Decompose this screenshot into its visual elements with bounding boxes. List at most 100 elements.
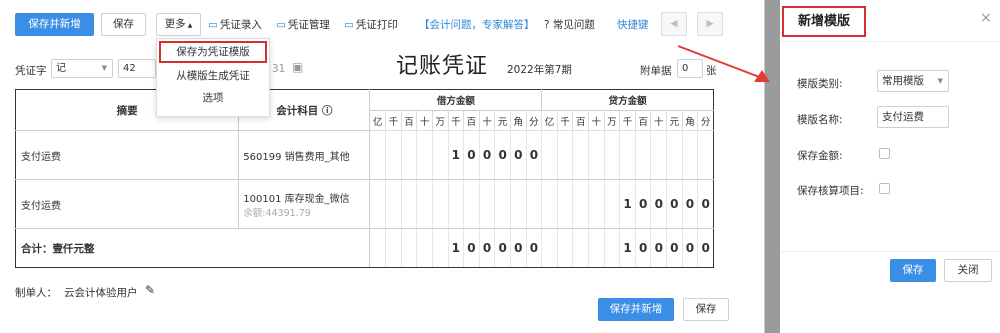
credit-digit[interactable] xyxy=(572,228,589,268)
credit-digit[interactable] xyxy=(556,228,574,268)
account-cell[interactable]: 560199 销售费用_其他 xyxy=(238,130,371,180)
debit-digit[interactable]: 0 xyxy=(463,228,480,268)
debit-digit[interactable]: 0 xyxy=(494,130,511,180)
next-voucher-button[interactable]: ▶ xyxy=(697,12,723,36)
template-name-input[interactable]: 支付运费 xyxy=(877,106,949,128)
save-aux-checkbox[interactable] xyxy=(879,183,890,194)
credit-digit[interactable] xyxy=(666,130,683,180)
voucher-word-select[interactable]: 记 ▼ xyxy=(51,59,113,78)
credit-digit[interactable] xyxy=(634,130,652,180)
credit-digit[interactable] xyxy=(588,179,605,229)
template-type-select[interactable]: 常用模版 ▼ xyxy=(877,70,949,92)
credit-digit[interactable]: 0 xyxy=(697,228,714,268)
credit-digit[interactable] xyxy=(588,228,605,268)
debit-digit[interactable]: 0 xyxy=(525,228,543,268)
save-amount-checkbox[interactable] xyxy=(879,148,890,159)
debit-digit[interactable] xyxy=(509,179,527,229)
summary-cell[interactable]: 支付运费 xyxy=(14,179,240,229)
debit-digit[interactable] xyxy=(400,228,418,268)
debit-digit[interactable] xyxy=(369,130,387,180)
menu-item-generate-from-template[interactable]: 从模版生成凭证 xyxy=(157,65,269,87)
credit-digit[interactable]: 0 xyxy=(697,179,714,229)
menu-item-save-as-template[interactable]: 保存为凭证模版 xyxy=(159,41,267,63)
debit-digit[interactable]: 1 xyxy=(447,228,465,268)
debit-digit[interactable]: 0 xyxy=(509,130,527,180)
calendar-icon[interactable]: ▣ xyxy=(292,60,303,74)
credit-digit[interactable] xyxy=(572,130,589,180)
credit-digit[interactable]: 0 xyxy=(650,228,668,268)
save-and-new-button[interactable]: 保存并新增 xyxy=(15,13,94,36)
date-value[interactable]: 31 xyxy=(272,63,285,75)
debit-digit[interactable] xyxy=(369,179,387,229)
footer-save-and-new-button[interactable]: 保存并新增 xyxy=(598,298,674,321)
help-icon[interactable]: ⓘ xyxy=(318,105,333,117)
debit-digit[interactable] xyxy=(431,179,449,229)
debit-digit[interactable] xyxy=(494,179,511,229)
credit-digit[interactable]: 0 xyxy=(634,179,652,229)
panel-close-button[interactable]: 关闭 xyxy=(944,259,992,282)
faq-link[interactable]: ? 常见问题 xyxy=(544,17,595,32)
credit-digit[interactable] xyxy=(650,130,668,180)
menu-item-options[interactable]: 选项 xyxy=(157,87,269,109)
credit-digit[interactable]: 0 xyxy=(666,179,683,229)
credit-digit[interactable] xyxy=(603,130,621,180)
credit-digit[interactable]: 0 xyxy=(650,179,668,229)
debit-digit[interactable]: 0 xyxy=(509,228,527,268)
credit-digit[interactable] xyxy=(619,130,636,180)
debit-digit[interactable] xyxy=(463,179,480,229)
expert-link[interactable]: 【会计问题，专家解答】 xyxy=(419,17,535,32)
debit-digit[interactable] xyxy=(447,179,465,229)
debit-digit[interactable]: 0 xyxy=(494,228,511,268)
panel-save-button[interactable]: 保存 xyxy=(890,259,936,282)
credit-digit[interactable] xyxy=(541,228,558,268)
debit-digit[interactable] xyxy=(400,179,418,229)
debit-digit[interactable] xyxy=(416,228,433,268)
credit-digit[interactable] xyxy=(556,179,574,229)
debit-digit[interactable]: 0 xyxy=(478,130,496,180)
credit-digit[interactable] xyxy=(541,130,558,180)
voucher-number-input[interactable]: 42 xyxy=(118,59,156,78)
debit-digit[interactable] xyxy=(416,179,433,229)
debit-digit[interactable]: 0 xyxy=(463,130,480,180)
debit-digit[interactable] xyxy=(385,130,402,180)
credit-digit[interactable]: 0 xyxy=(681,179,699,229)
debit-digit[interactable] xyxy=(478,179,496,229)
debit-digit[interactable] xyxy=(416,130,433,180)
voucher-manage-link[interactable]: ▭ 凭证管理 xyxy=(276,17,330,32)
credit-digit[interactable] xyxy=(697,130,714,180)
credit-digit[interactable] xyxy=(572,179,589,229)
account-cell[interactable]: 100101 库存现金_微信 余额:44391.79 xyxy=(238,179,371,229)
credit-digit[interactable] xyxy=(556,130,574,180)
close-icon[interactable]: × xyxy=(980,10,992,26)
save-button[interactable]: 保存 xyxy=(101,13,146,36)
debit-digit[interactable]: 1 xyxy=(447,130,465,180)
debit-digit[interactable] xyxy=(385,179,402,229)
shortcut-link[interactable]: 快捷键 xyxy=(617,17,649,32)
credit-digit[interactable] xyxy=(541,179,558,229)
voucher-entry-link[interactable]: ▭ 凭证录入 xyxy=(208,17,262,32)
footer-save-button[interactable]: 保存 xyxy=(683,298,729,321)
debit-digit[interactable]: 0 xyxy=(525,130,543,180)
credit-digit[interactable] xyxy=(603,179,621,229)
debit-digit[interactable] xyxy=(369,228,387,268)
debit-digit[interactable] xyxy=(400,130,418,180)
credit-digit[interactable]: 0 xyxy=(681,228,699,268)
edit-icon[interactable]: ✎ xyxy=(145,283,155,297)
credit-digit[interactable]: 1 xyxy=(619,228,636,268)
debit-digit[interactable] xyxy=(431,130,449,180)
voucher-print-link[interactable]: ▭ 凭证打印 xyxy=(344,17,398,32)
prev-voucher-button[interactable]: ◀ xyxy=(661,12,687,36)
credit-digit[interactable]: 0 xyxy=(634,228,652,268)
digit-header: 亿 xyxy=(369,110,387,131)
more-button[interactable]: 更多 ▲ xyxy=(156,13,201,36)
debit-digit[interactable]: 0 xyxy=(478,228,496,268)
credit-digit[interactable]: 1 xyxy=(619,179,636,229)
debit-digit[interactable] xyxy=(385,228,402,268)
credit-digit[interactable]: 0 xyxy=(666,228,683,268)
debit-digit[interactable] xyxy=(431,228,449,268)
credit-digit[interactable] xyxy=(681,130,699,180)
credit-digit[interactable] xyxy=(588,130,605,180)
summary-cell[interactable]: 支付运费 xyxy=(14,130,240,180)
debit-digit[interactable] xyxy=(525,179,543,229)
credit-digit[interactable] xyxy=(603,228,621,268)
